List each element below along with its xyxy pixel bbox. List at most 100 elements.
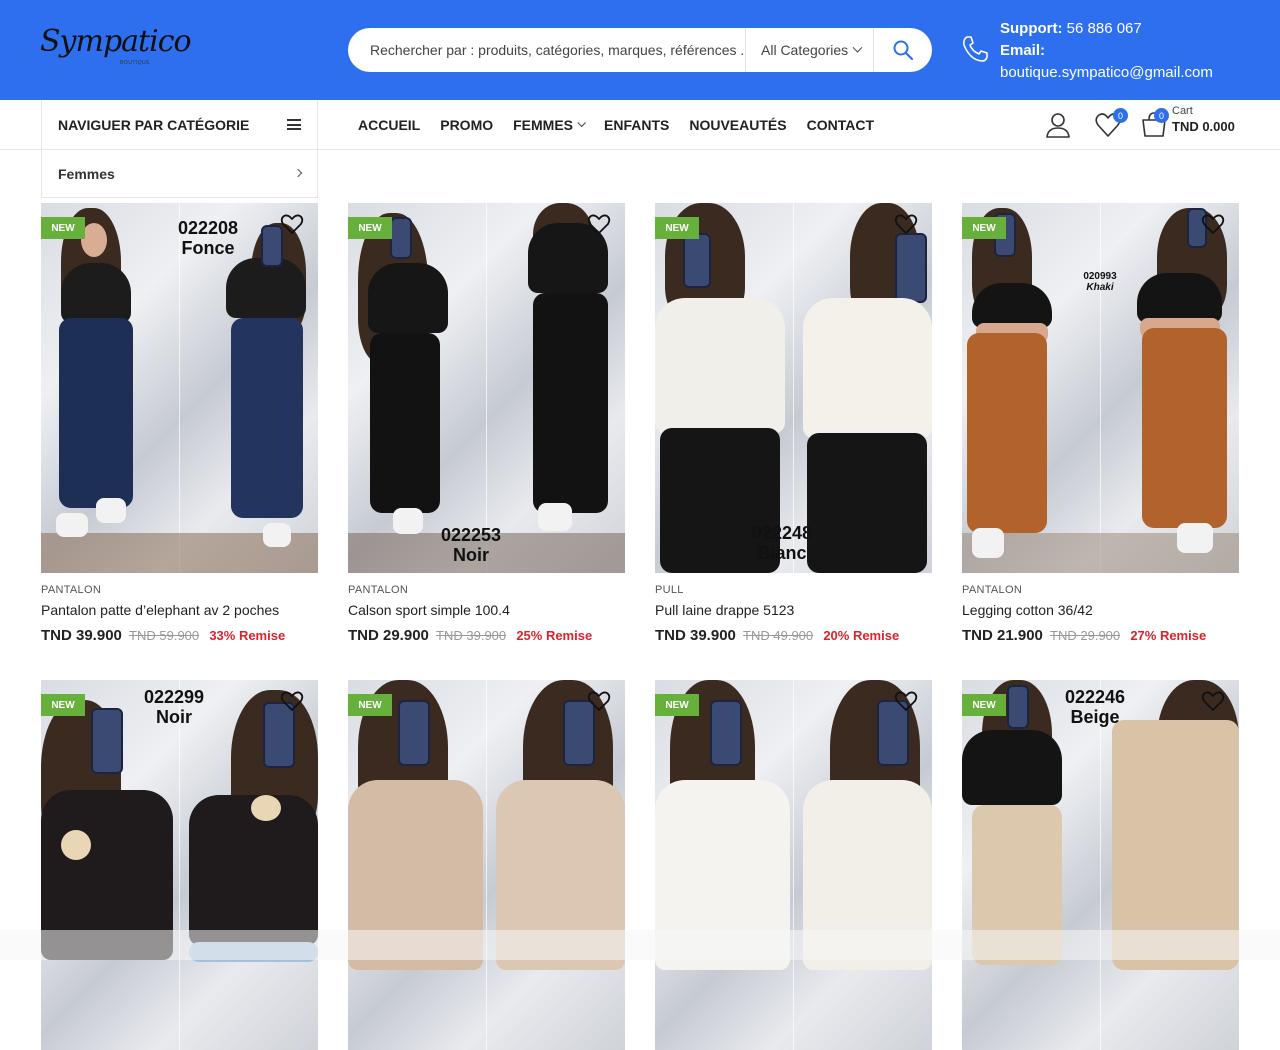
- product-image[interactable]: 020993 Khaki NEW: [962, 203, 1239, 573]
- chevron-down-icon: [852, 42, 863, 53]
- logo-subtext: BOUTIQUE: [120, 60, 151, 66]
- product-price: TND 29.900: [348, 627, 429, 644]
- product-price: TND 39.900: [655, 627, 736, 644]
- product-discount: 27% Remise: [1130, 628, 1207, 643]
- new-badge: NEW: [348, 217, 392, 239]
- product-price-row: TND 39.900 TND 59.900 33% Remise: [41, 627, 318, 644]
- support-email[interactable]: boutique.sympatico@gmail.com: [1000, 62, 1213, 84]
- product-card[interactable]: 022246 Beige NEW: [962, 680, 1239, 1050]
- heart-icon[interactable]: [587, 690, 611, 712]
- phone-icon: [963, 36, 988, 62]
- nav-label: ENFANTS: [604, 117, 670, 133]
- support-info: Support: 56 886 067 Email: boutique.symp…: [960, 14, 1260, 86]
- product-title[interactable]: Pantalon patte d’elephant av 2 poches: [41, 602, 318, 618]
- product-discount: 25% Remise: [516, 628, 593, 643]
- product-card[interactable]: 022248 Blanc NEW PULL Pull laine drappe 5…: [655, 203, 932, 644]
- site-logo[interactable]: Sympatico BOUTIQUE: [40, 22, 192, 74]
- nav-enfants[interactable]: ENFANTS: [604, 117, 669, 133]
- chevron-down-icon: [577, 118, 586, 128]
- nav-label: ACCUEIL: [358, 117, 421, 133]
- product-title[interactable]: Calson sport simple 100.4: [348, 602, 625, 618]
- new-badge: NEW: [655, 217, 699, 239]
- wishlist-count-badge: 0: [1113, 108, 1128, 123]
- cart-count-badge: 0: [1154, 108, 1169, 123]
- heart-icon[interactable]: [1201, 213, 1225, 235]
- product-price-row: TND 39.900 TND 49.900 20% Remise: [655, 627, 932, 644]
- category-select-value: All Categories: [761, 42, 849, 58]
- product-code: 022208 Fonce: [177, 218, 239, 258]
- product-image[interactable]: 022299 Noir NEW: [41, 680, 318, 1050]
- primary-nav: ACCUEIL PROMO FEMMES ENFANTS NOUVEAUTÉS …: [358, 100, 894, 150]
- product-code: 020993 Khaki: [1083, 271, 1117, 293]
- product-code: 022248 Blanc: [751, 523, 813, 563]
- cart-summary[interactable]: Cart TND 0.000: [1172, 105, 1235, 134]
- product-old-price: TND 49.900: [743, 628, 814, 643]
- support-phone[interactable]: 56 886 067: [1067, 20, 1142, 37]
- product-code: 022299 Noir: [143, 687, 205, 727]
- product-card[interactable]: 022208 Fonce NEW PANTALON Pantalon patte …: [41, 203, 318, 644]
- product-code: 022253 Noir: [440, 525, 502, 565]
- category-item-femmes[interactable]: Femmes: [41, 150, 318, 198]
- nav-femmes[interactable]: FEMMES: [513, 117, 586, 133]
- nav-label: PROMO: [440, 117, 494, 133]
- nav-accueil[interactable]: ACCUEIL: [358, 117, 420, 133]
- search-button[interactable]: [874, 28, 932, 72]
- new-badge: NEW: [962, 694, 1006, 716]
- nav-promo[interactable]: PROMO: [440, 117, 493, 133]
- user-icon[interactable]: [1044, 111, 1072, 139]
- category-menu-label: NAVIGUER PAR CATÉGORIE: [58, 117, 250, 133]
- heart-icon[interactable]: [587, 213, 611, 235]
- heart-icon[interactable]: [894, 213, 918, 235]
- product-image[interactable]: 022208 Fonce NEW: [41, 203, 318, 573]
- product-image[interactable]: 022246 Beige NEW: [962, 680, 1239, 1050]
- new-badge: NEW: [348, 694, 392, 716]
- search-input[interactable]: [348, 28, 745, 72]
- category-item-label: Femmes: [58, 165, 115, 182]
- product-image[interactable]: 022248 Blanc NEW: [655, 203, 932, 573]
- search-bar: All Categories: [348, 28, 932, 72]
- nav-label: NOUVEAUTÉS: [689, 117, 787, 133]
- product-card[interactable]: 022299 Noir NEW: [41, 680, 318, 1050]
- nav-label: CONTACT: [806, 117, 874, 133]
- cart-total: TND 0.000: [1172, 119, 1235, 134]
- product-category[interactable]: PULL: [655, 584, 932, 596]
- product-image[interactable]: 022253 Noir NEW: [348, 203, 625, 573]
- product-title[interactable]: Legging cotton 36/42: [962, 602, 1239, 618]
- category-select[interactable]: All Categories: [745, 28, 874, 72]
- product-image[interactable]: NEW: [655, 680, 932, 1050]
- product-price-row: TND 21.900 TND 29.900 27% Remise: [962, 627, 1239, 644]
- support-label: Support:: [1000, 20, 1063, 37]
- search-icon: [893, 40, 913, 60]
- bottom-overlay: [0, 930, 1280, 960]
- product-old-price: TND 29.900: [1050, 628, 1121, 643]
- product-card[interactable]: 020993 Khaki NEW PANTALON Legging cotton …: [962, 203, 1239, 644]
- new-badge: NEW: [41, 217, 85, 239]
- product-price: TND 21.900: [962, 627, 1043, 644]
- category-menu-toggle[interactable]: NAVIGUER PAR CATÉGORIE: [41, 100, 318, 150]
- product-title[interactable]: Pull laine drappe 5123: [655, 602, 932, 618]
- product-code: 022246 Beige: [1064, 687, 1126, 727]
- product-category[interactable]: PANTALON: [962, 584, 1239, 596]
- nav-contact[interactable]: CONTACT: [807, 117, 874, 133]
- product-image[interactable]: NEW: [348, 680, 625, 1050]
- nav-nouveautes[interactable]: NOUVEAUTÉS: [689, 117, 786, 133]
- new-badge: NEW: [41, 694, 85, 716]
- product-price: TND 39.900: [41, 627, 122, 644]
- menu-icon: [287, 119, 301, 130]
- heart-icon[interactable]: [894, 690, 918, 712]
- new-badge: NEW: [655, 694, 699, 716]
- product-card[interactable]: NEW: [655, 680, 932, 1050]
- new-badge: NEW: [962, 217, 1006, 239]
- product-discount: 20% Remise: [823, 628, 900, 643]
- logo-text: Sympatico: [40, 24, 192, 59]
- product-category[interactable]: PANTALON: [41, 584, 318, 596]
- product-card[interactable]: 022253 Noir NEW PANTALON Calson sport sim…: [348, 203, 625, 644]
- heart-icon[interactable]: [1201, 690, 1225, 712]
- heart-icon[interactable]: [280, 690, 304, 712]
- nav-label: FEMMES: [513, 117, 574, 133]
- product-category[interactable]: PANTALON: [348, 584, 625, 596]
- cart-label: Cart: [1172, 105, 1193, 117]
- heart-icon[interactable]: [280, 213, 304, 235]
- product-card[interactable]: NEW: [348, 680, 625, 1050]
- main-navbar: NAVIGUER PAR CATÉGORIE ACCUEIL PROMO FEM…: [0, 100, 1280, 150]
